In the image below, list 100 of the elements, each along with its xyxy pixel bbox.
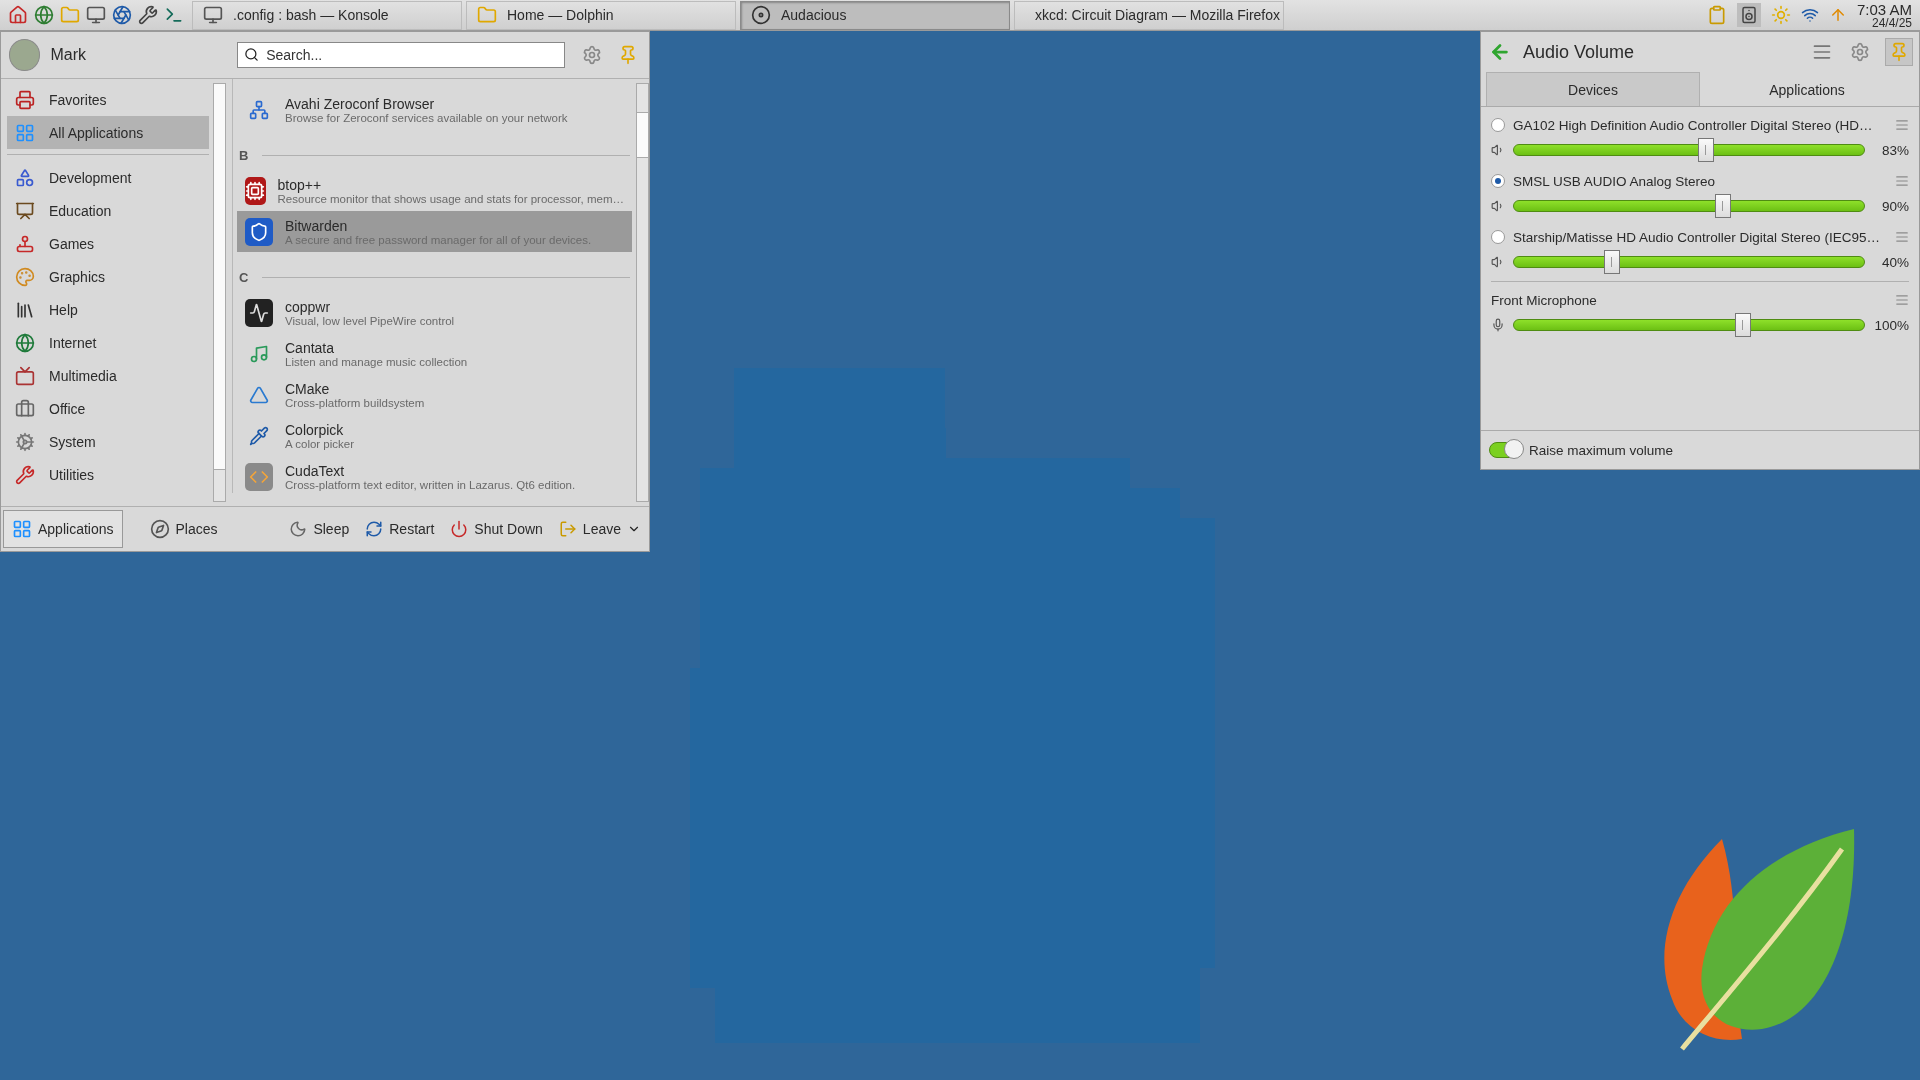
volume-reading: 90% bbox=[1880, 198, 1909, 214]
view-tab[interactable]: Applications bbox=[3, 510, 123, 548]
chip-icon bbox=[245, 176, 266, 205]
app-description: Visual, low level PipeWire control bbox=[285, 314, 455, 327]
grid-icon bbox=[12, 519, 32, 539]
category-item[interactable]: Office bbox=[7, 392, 209, 425]
app-item[interactable]: Colorpick A color picker bbox=[237, 415, 632, 456]
arrow-left-icon[interactable] bbox=[1489, 41, 1511, 63]
slider-handle[interactable] bbox=[1697, 138, 1714, 162]
volume-reading: 83% bbox=[1880, 142, 1909, 158]
volume-slider[interactable] bbox=[1513, 313, 1865, 337]
task-button[interactable]: Audacious bbox=[740, 0, 1010, 30]
task-button[interactable]: .config : bash — Konsole bbox=[192, 0, 462, 30]
printer-icon bbox=[15, 89, 35, 110]
menu-icon bbox=[1812, 42, 1832, 62]
category-item[interactable]: Games bbox=[7, 227, 209, 260]
scrollbar[interactable] bbox=[636, 83, 649, 502]
scrollbar[interactable] bbox=[213, 83, 226, 502]
menu-icon[interactable] bbox=[1895, 174, 1909, 188]
menu-icon[interactable] bbox=[1895, 293, 1909, 307]
category-item[interactable]: Favorites bbox=[7, 83, 209, 116]
wifi-icon[interactable] bbox=[1800, 6, 1819, 24]
user-avatar bbox=[9, 39, 41, 71]
task-button[interactable]: Home — Dolphin bbox=[466, 0, 736, 30]
clock-date[interactable]: 24/4/25 bbox=[1871, 16, 1912, 29]
category-item[interactable]: Development bbox=[7, 161, 209, 194]
app-name: Avahi Zeroconf Browser bbox=[285, 95, 436, 112]
app-name: coppwr bbox=[285, 298, 332, 315]
toggle-switch[interactable] bbox=[1489, 442, 1523, 458]
volume-slider[interactable] bbox=[1513, 194, 1865, 218]
device-name: GA102 High Definition Audio Controller Digital Stereo (HD… bbox=[1513, 117, 1874, 133]
category-item[interactable]: Multimedia bbox=[7, 359, 209, 392]
radio-button[interactable] bbox=[1491, 230, 1505, 244]
power-button[interactable]: Sleep bbox=[283, 516, 356, 542]
category-item[interactable]: System bbox=[7, 425, 209, 458]
app-item[interactable]: coppwr Visual, low level PipeWire control bbox=[237, 292, 632, 333]
app-description: Cross-platform buildsystem bbox=[285, 396, 425, 409]
app-description: A color picker bbox=[285, 437, 355, 450]
panel-title: Audio Volume bbox=[1523, 41, 1636, 63]
category-item[interactable]: Education bbox=[7, 194, 209, 227]
globe-icon[interactable] bbox=[34, 5, 54, 25]
task-button[interactable]: xkcd: Circuit Diagram — Mozilla Firefox bbox=[1014, 0, 1284, 30]
clock-time[interactable]: 7:03 AM bbox=[1856, 1, 1912, 17]
app-name: CudaText bbox=[285, 462, 346, 479]
wrench-icon[interactable] bbox=[138, 5, 158, 25]
category-item[interactable]: Internet bbox=[7, 326, 209, 359]
device-name: SMSL USB AUDIO Analog Stereo bbox=[1513, 173, 1717, 189]
user-name: Mark bbox=[50, 46, 87, 64]
pin-icon bbox=[618, 45, 638, 65]
category-item[interactable]: Utilities bbox=[7, 458, 209, 491]
disc-icon bbox=[751, 5, 771, 25]
shapes-icon bbox=[15, 167, 35, 188]
category-item[interactable]: Graphics bbox=[7, 260, 209, 293]
search-field[interactable]: Search... bbox=[237, 42, 565, 68]
volume-slider[interactable] bbox=[1513, 138, 1865, 162]
menu-icon[interactable] bbox=[1895, 230, 1909, 244]
app-name: Bitwarden bbox=[285, 217, 349, 234]
view-tab[interactable]: Places bbox=[140, 510, 227, 548]
volume-slider[interactable] bbox=[1513, 250, 1865, 274]
wrench-icon bbox=[15, 464, 35, 485]
category-item[interactable]: All Applications bbox=[7, 116, 209, 149]
power-button[interactable]: Restart bbox=[359, 516, 441, 542]
power-button[interactable]: Shut Down bbox=[444, 516, 549, 542]
app-name: Cantata bbox=[285, 339, 336, 356]
monitor-icon bbox=[203, 5, 223, 25]
menu-icon[interactable] bbox=[1895, 118, 1909, 132]
app-name: CMake bbox=[285, 380, 331, 397]
aperture-icon[interactable] bbox=[112, 5, 132, 25]
exit-icon bbox=[558, 520, 577, 538]
globe-icon bbox=[15, 332, 35, 353]
settings-icon bbox=[582, 45, 602, 65]
tab[interactable]: Applications bbox=[1700, 72, 1914, 106]
app-item[interactable]: Avahi Zeroconf Browser Browse for Zeroconf services available on your network bbox=[237, 89, 632, 130]
app-description: Resource monitor that shows usage and stats for processor, mem… bbox=[277, 192, 624, 205]
tray-button[interactable] bbox=[1736, 3, 1761, 27]
app-item[interactable]: CMake Cross-platform buildsystem bbox=[237, 374, 632, 415]
radio-button[interactable] bbox=[1491, 174, 1505, 188]
monitor-icon[interactable] bbox=[86, 5, 106, 25]
pulse-icon bbox=[245, 298, 273, 327]
code-icon bbox=[245, 462, 273, 491]
app-item[interactable]: CudaText Cross-platform text editor, written in Lazarus. Qt6 edition. bbox=[237, 456, 632, 493]
house-icon[interactable] bbox=[8, 5, 28, 25]
section-letter: B bbox=[239, 147, 249, 163]
palette-icon bbox=[15, 266, 35, 287]
slider-handle[interactable] bbox=[1714, 194, 1731, 218]
slider-handle[interactable] bbox=[1603, 250, 1620, 274]
app-description: Cross-platform text editor, written in Lazarus. Qt6 edition. bbox=[285, 478, 576, 491]
power-button[interactable]: Leave bbox=[552, 516, 647, 542]
terminal-icon[interactable] bbox=[164, 5, 184, 25]
app-item[interactable]: btop++ Resource monitor that shows usage and stats for processor, mem… bbox=[237, 170, 632, 211]
tab[interactable]: Devices bbox=[1486, 72, 1700, 106]
category-item[interactable]: Help bbox=[7, 293, 209, 326]
volume-reading: 100% bbox=[1873, 317, 1909, 333]
gear-icon bbox=[15, 431, 35, 452]
moon-icon bbox=[289, 520, 308, 538]
pin-icon bbox=[1889, 42, 1909, 62]
slider-handle[interactable] bbox=[1734, 313, 1751, 337]
radio-button[interactable] bbox=[1491, 118, 1505, 132]
app-item[interactable]: Cantata Listen and manage music collection bbox=[237, 333, 632, 374]
power-icon bbox=[450, 520, 469, 538]
